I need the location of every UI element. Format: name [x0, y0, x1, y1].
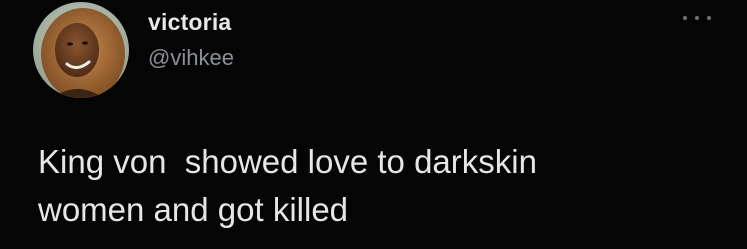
- tweet-text-line-1: King von showed love to darkskin: [38, 143, 537, 180]
- display-name[interactable]: victoria: [148, 9, 231, 36]
- tweet-text-line-2: women and got killed: [38, 191, 349, 228]
- more-dot: [707, 16, 711, 20]
- more-dot: [695, 16, 699, 20]
- avatar-photo: [33, 2, 129, 98]
- avatar[interactable]: [33, 2, 129, 98]
- more-dot: [683, 16, 687, 20]
- more-options-icon[interactable]: [683, 10, 711, 26]
- tweet-card: victoria @vihkee King von showed love to…: [0, 0, 747, 249]
- user-handle[interactable]: @vihkee: [148, 45, 234, 71]
- tweet-text: King von showed love to darkskin women a…: [38, 138, 718, 234]
